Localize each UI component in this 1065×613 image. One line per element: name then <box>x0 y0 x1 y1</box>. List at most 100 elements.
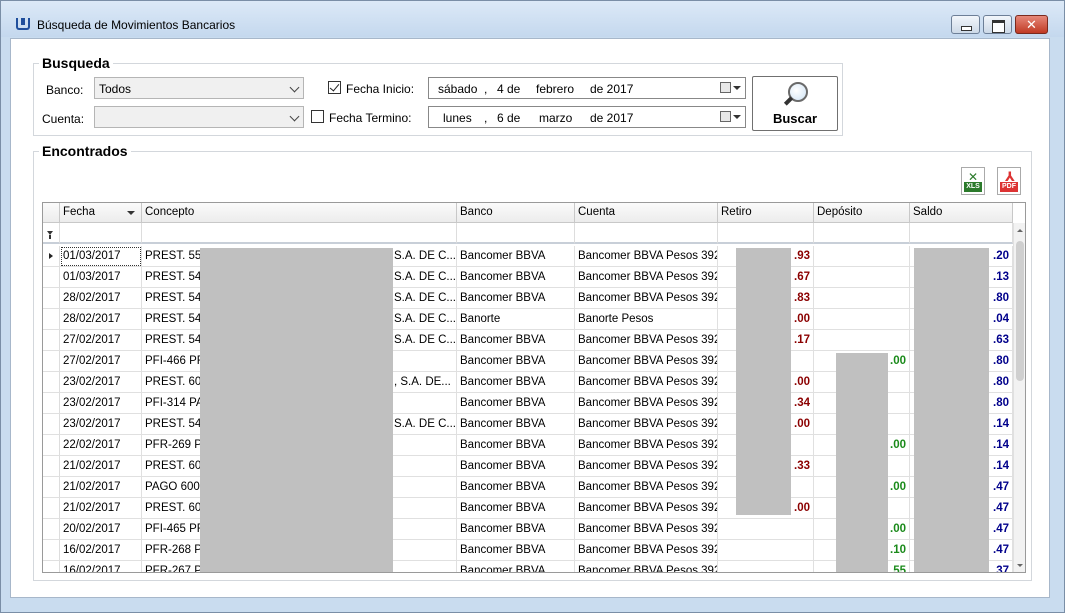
cell-banco[interactable]: Bancomer BBVA <box>457 330 575 351</box>
cell-cuenta[interactable]: Bancomer BBVA Pesos 3925 <box>575 540 718 561</box>
fecha-termino-checkbox[interactable] <box>311 110 324 123</box>
vertical-scrollbar[interactable] <box>1013 223 1025 572</box>
cell-banco[interactable]: Bancomer BBVA <box>457 540 575 561</box>
row-indicator[interactable] <box>43 561 60 572</box>
cell-deposito[interactable] <box>814 330 910 351</box>
cell-cuenta[interactable]: Bancomer BBVA Pesos 3925 <box>575 393 718 414</box>
cell-cuenta[interactable]: Bancomer BBVA Pesos 3925 <box>575 414 718 435</box>
fecha-termino-picker[interactable]: lunes , 6 de marzo de 2017 <box>428 106 746 128</box>
cell-banco[interactable]: Bancomer BBVA <box>457 414 575 435</box>
row-indicator[interactable] <box>43 351 60 372</box>
cell-banco[interactable]: Bancomer BBVA <box>457 351 575 372</box>
cell-fecha[interactable]: 21/02/2017 <box>60 477 142 498</box>
cell-banco[interactable]: Banorte <box>457 309 575 330</box>
row-indicator[interactable] <box>43 372 60 393</box>
dropdown-arrow-icon[interactable] <box>733 86 741 90</box>
cell-fecha[interactable]: 21/02/2017 <box>60 498 142 519</box>
fecha-termino-weekday[interactable]: lunes <box>443 111 472 125</box>
row-indicator[interactable] <box>43 477 60 498</box>
buscar-button[interactable]: Buscar <box>752 76 838 131</box>
cell-banco[interactable]: Bancomer BBVA <box>457 561 575 572</box>
cell-deposito[interactable] <box>814 309 910 330</box>
cell-deposito[interactable] <box>814 267 910 288</box>
cell-cuenta[interactable]: Bancomer BBVA Pesos 3925 <box>575 351 718 372</box>
filter-banco[interactable] <box>457 223 575 244</box>
col-header-concepto[interactable]: Concepto <box>142 203 457 223</box>
cell-cuenta[interactable]: Bancomer BBVA Pesos 3925 <box>575 498 718 519</box>
minimize-button[interactable] <box>951 15 980 34</box>
col-header-banco[interactable]: Banco <box>457 203 575 223</box>
calendar-icon[interactable] <box>720 111 731 122</box>
cell-cuenta[interactable]: Bancomer BBVA Pesos 3925 <box>575 372 718 393</box>
cell-fecha[interactable]: 22/02/2017 <box>60 435 142 456</box>
cell-fecha[interactable]: 21/02/2017 <box>60 456 142 477</box>
title-bar[interactable]: Búsqueda de Movimientos Bancarios ✕ <box>1 1 1064 37</box>
cell-banco[interactable]: Bancomer BBVA <box>457 372 575 393</box>
table-row[interactable]: 01/03/2017 PREST. 549 S.A. DE C... Bancomer… <box>43 267 1013 288</box>
cell-cuenta[interactable]: Bancomer BBVA Pesos 3925 <box>575 246 718 267</box>
cell-banco[interactable]: Bancomer BBVA <box>457 477 575 498</box>
col-header-fecha[interactable]: Fecha <box>60 203 142 223</box>
col-header-saldo[interactable]: Saldo <box>910 203 1013 223</box>
cell-cuenta[interactable]: Bancomer BBVA Pesos 3925 <box>575 267 718 288</box>
col-header-retiro[interactable]: Retiro <box>718 203 814 223</box>
cell-banco[interactable]: Bancomer BBVA <box>457 435 575 456</box>
cell-deposito[interactable] <box>814 246 910 267</box>
cell-fecha[interactable]: 28/02/2017 <box>60 288 142 309</box>
cell-fecha[interactable]: 28/02/2017 <box>60 309 142 330</box>
row-indicator[interactable] <box>43 246 60 267</box>
filter-saldo[interactable] <box>910 223 1013 244</box>
banco-combo[interactable]: Todos <box>94 77 304 99</box>
fecha-inicio-weekday[interactable]: sábado <box>438 82 477 96</box>
cell-fecha[interactable]: 16/02/2017 <box>60 561 142 572</box>
col-header-deposito[interactable]: Depósito <box>814 203 910 223</box>
cell-fecha[interactable]: 01/03/2017 <box>60 267 142 288</box>
table-row[interactable]: 01/03/2017 PREST. 550 S.A. DE C... Bancomer… <box>43 246 1013 267</box>
row-indicator[interactable] <box>43 519 60 540</box>
cell-fecha[interactable]: 27/02/2017 <box>60 330 142 351</box>
fecha-termino-day[interactable]: 6 de <box>497 111 520 125</box>
row-indicator[interactable] <box>43 456 60 477</box>
table-row[interactable]: 28/02/2017 PREST. 549 S.A. DE C... Bancomer… <box>43 288 1013 309</box>
scroll-down-icon[interactable] <box>1017 564 1023 567</box>
row-indicator[interactable] <box>43 393 60 414</box>
calendar-icon[interactable] <box>720 82 731 93</box>
cell-fecha[interactable]: 27/02/2017 <box>60 351 142 372</box>
cell-fecha[interactable]: 23/02/2017 <box>60 372 142 393</box>
cuenta-combo[interactable] <box>94 106 304 128</box>
fecha-inicio-picker[interactable]: sábado , 4 de febrero de 2017 <box>428 77 746 99</box>
results-grid[interactable]: Fecha Concepto Banco Cuenta Retiro Depós… <box>42 202 1026 573</box>
row-indicator[interactable] <box>43 309 60 330</box>
row-indicator[interactable] <box>43 267 60 288</box>
fecha-inicio-year[interactable]: de 2017 <box>590 82 633 96</box>
cell-retiro[interactable] <box>718 540 814 561</box>
row-indicator[interactable] <box>43 288 60 309</box>
export-xls-icon[interactable]: ✕ XLS <box>961 167 985 195</box>
cell-fecha[interactable]: 23/02/2017 <box>60 414 142 435</box>
fecha-inicio-checkbox[interactable] <box>328 81 341 94</box>
table-row[interactable]: 27/02/2017 PREST. 549 S.A. DE C... Bancomer… <box>43 330 1013 351</box>
row-indicator[interactable] <box>43 540 60 561</box>
cell-cuenta[interactable]: Bancomer BBVA Pesos 3925 <box>575 435 718 456</box>
cell-banco[interactable]: Bancomer BBVA <box>457 288 575 309</box>
fecha-inicio-day[interactable]: 4 de <box>497 82 520 96</box>
maximize-button[interactable] <box>983 15 1012 34</box>
fecha-termino-month[interactable]: marzo <box>539 111 572 125</box>
filter-retiro[interactable] <box>718 223 814 244</box>
scroll-thumb[interactable] <box>1016 241 1024 381</box>
dropdown-arrow-icon[interactable] <box>733 115 741 119</box>
cell-cuenta[interactable]: Bancomer BBVA Pesos 3925 <box>575 288 718 309</box>
filter-concepto[interactable] <box>142 223 457 244</box>
cell-cuenta[interactable]: Bancomer BBVA Pesos 3925 <box>575 477 718 498</box>
row-indicator[interactable] <box>43 330 60 351</box>
row-indicator[interactable] <box>43 435 60 456</box>
cell-fecha[interactable]: 16/02/2017 <box>60 540 142 561</box>
cell-cuenta[interactable]: Bancomer BBVA Pesos 3925 <box>575 456 718 477</box>
cell-cuenta[interactable]: Bancomer BBVA Pesos 3925 <box>575 330 718 351</box>
cell-fecha[interactable]: 20/02/2017 <box>60 519 142 540</box>
cell-deposito[interactable] <box>814 288 910 309</box>
cell-cuenta[interactable]: Bancomer BBVA Pesos 3925 <box>575 519 718 540</box>
cell-cuenta[interactable]: Banorte Pesos <box>575 309 718 330</box>
cell-banco[interactable]: Bancomer BBVA <box>457 498 575 519</box>
cell-banco[interactable]: Bancomer BBVA <box>457 246 575 267</box>
